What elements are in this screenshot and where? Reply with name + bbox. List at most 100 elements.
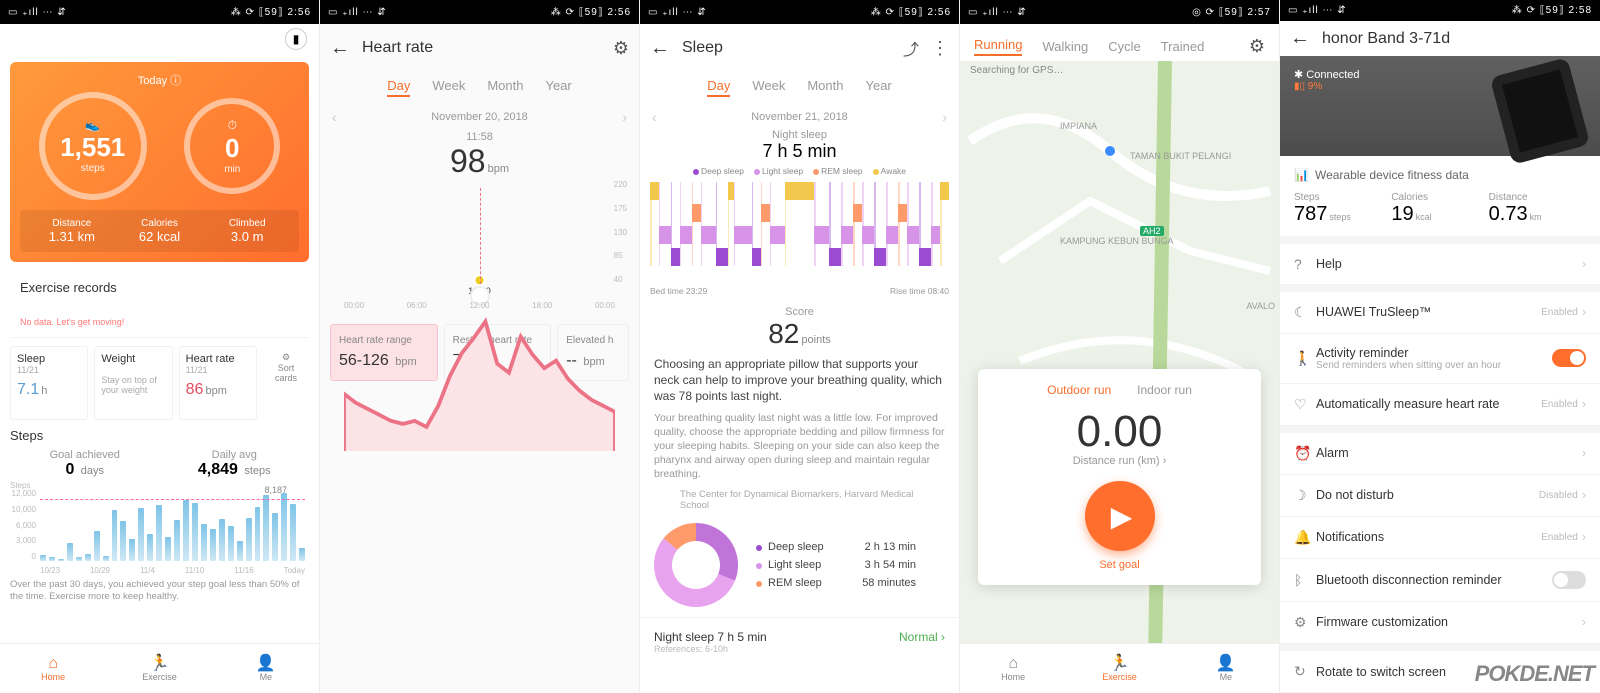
nav-exercise[interactable]: 🏃Exercise — [1066, 644, 1172, 693]
distance-value: 0.00 — [992, 407, 1247, 457]
chart-icon: 📊 — [1294, 168, 1309, 182]
trusleep-row[interactable]: ☾HUAWEI TruSleep™Enabled› — [1280, 292, 1600, 334]
help-row[interactable]: ?Help› — [1280, 244, 1600, 285]
min-label: min — [224, 164, 240, 175]
alarm-icon: ⏰ — [1294, 445, 1316, 462]
gear-icon: ⚙ — [1294, 614, 1316, 631]
next-icon[interactable]: › — [942, 109, 947, 125]
run-icon: 🏃 — [150, 656, 170, 672]
status-bar: ▭ ₊ıll ⋯ ⇵ ⁂ ⟳ ⟦59⟧ 2:56 — [0, 0, 319, 24]
rotate-row[interactable]: ↻Rotate to switch screen — [1280, 651, 1600, 693]
share-icon[interactable]: ⤴ — [903, 36, 919, 60]
minutes-ring: ⏱ 0 min — [184, 98, 280, 194]
sleep-score: 82 — [768, 318, 799, 349]
hr-chart: 2201751308540 12:00 00:0006:0012:0018:00… — [330, 180, 629, 310]
tab-trained[interactable]: Trained — [1161, 39, 1205, 54]
notifications-row[interactable]: 🔔NotificationsEnabled› — [1280, 517, 1600, 559]
sleep-icon: ☾ — [1294, 304, 1316, 321]
heart-icon: ♡ — [1294, 396, 1316, 413]
person-icon: 👤 — [256, 656, 276, 672]
status-bar: ▭ ₊ıll ⋯ ⇵⁂ ⟳ ⟦59⟧ 2:56 — [320, 0, 639, 24]
nav-home[interactable]: ⌂Home — [0, 644, 106, 693]
play-icon: ▶ — [1111, 500, 1133, 533]
start-button[interactable]: ▶ — [1085, 481, 1155, 551]
auto-hr-row[interactable]: ♡Automatically measure heart rateEnabled… — [1280, 384, 1600, 426]
home-icon: ⌂ — [48, 656, 58, 672]
weight-card[interactable]: Weight Stay on top of your weight — [94, 346, 172, 420]
nodata-text: No data. Let's get moving! — [20, 317, 299, 327]
status-left: ▭ ₊ıll ⋯ ⇵ — [8, 7, 67, 18]
steps-label: steps — [81, 163, 105, 174]
nav-me[interactable]: 👤Me — [1173, 644, 1279, 693]
gear-icon[interactable]: ⚙ — [1249, 36, 1265, 57]
dnd-row[interactable]: ☽Do not disturbDisabled› — [1280, 475, 1600, 517]
status-bar: ▭ ₊ıll ⋯ ⇵⁂ ⟳ ⟦59⟧ 2:58 — [1280, 0, 1600, 21]
tab-year[interactable]: Year — [545, 78, 571, 97]
steps-chart: Steps 12,00010,0006,0003,0000 10/2310/29… — [10, 485, 309, 575]
sleep-screen: ▭ ₊ıll ⋯ ⇵⁂ ⟳ ⟦59⟧ 2:56 ← Sleep ⤴ ⋮ Day … — [640, 0, 960, 693]
heart-rate-screen: ▭ ₊ıll ⋯ ⇵⁂ ⟳ ⟦59⟧ 2:56 ← Heart rate ⚙ D… — [320, 0, 640, 693]
set-goal-link[interactable]: Set goal — [992, 559, 1247, 571]
tab-walking[interactable]: Walking — [1042, 39, 1088, 54]
nav-home[interactable]: ⌂Home — [960, 644, 1066, 693]
moon-icon: ☽ — [1294, 487, 1316, 504]
status-bar: ▭ ₊ıll ⋯ ⇵⁂ ⟳ ⟦59⟧ 2:56 — [640, 0, 959, 24]
distance-label[interactable]: Distance run (km) › — [992, 455, 1247, 467]
bt-toggle[interactable] — [1552, 571, 1586, 589]
min-value: 0 — [225, 133, 239, 164]
tab-year[interactable]: Year — [865, 78, 891, 97]
sleep-total: 7 h 5 min — [640, 141, 959, 162]
firmware-row[interactable]: ⚙Firmware customization› — [1280, 602, 1600, 644]
sleep-donut — [654, 523, 738, 607]
sleep-card[interactable]: Sleep 11/21 7.1h — [10, 346, 88, 420]
page-title: Heart rate — [362, 39, 433, 57]
device-icon[interactable]: ▮ — [285, 28, 307, 50]
source-citation: The Center for Dynamical Biomarkers, Har… — [640, 481, 959, 511]
activity-icon: 🚶 — [1294, 350, 1316, 367]
status-bar: ▭ ₊ıll ⋯ ⇵◎ ⟳ ⟦59⟧ 2:57 — [960, 0, 1279, 24]
tab-month[interactable]: Month — [807, 78, 843, 97]
date-label: November 21, 2018 — [751, 111, 848, 123]
sleep-advice-detail: Your breathing quality last night was a … — [640, 405, 959, 482]
tab-week[interactable]: Week — [432, 78, 465, 97]
activity-reminder-row[interactable]: 🚶Activity reminderSend reminders when si… — [1280, 334, 1600, 384]
rotate-icon: ↻ — [1294, 663, 1316, 680]
map-view[interactable]: Searching for GPS… IMPIANA TAMAN BUKIT P… — [960, 61, 1279, 643]
tab-week[interactable]: Week — [752, 78, 785, 97]
back-icon[interactable]: ← — [330, 37, 350, 60]
device-screen: ▭ ₊ıll ⋯ ⇵⁂ ⟳ ⟦59⟧ 2:58 ← honor Band 3-7… — [1280, 0, 1600, 693]
prev-icon[interactable]: ‹ — [332, 109, 337, 125]
today-label: Today ⓘ — [20, 72, 299, 88]
tab-cycle[interactable]: Cycle — [1108, 39, 1141, 54]
tab-outdoor-run[interactable]: Outdoor run — [1047, 383, 1111, 397]
tab-day[interactable]: Day — [387, 78, 410, 97]
tab-running[interactable]: Running — [974, 37, 1022, 56]
tab-month[interactable]: Month — [487, 78, 523, 97]
home-screen: ▭ ₊ıll ⋯ ⇵ ⁂ ⟳ ⟦59⟧ 2:56 ▮ Today ⓘ 👟 1,5… — [0, 0, 320, 693]
steps-ring: 👟 1,551 steps — [39, 92, 147, 200]
alarm-row[interactable]: ⏰Alarm› — [1280, 433, 1600, 475]
sort-cards[interactable]: ⚙ Sort cards — [263, 346, 309, 420]
bt-reminder-row[interactable]: ᛒBluetooth disconnection reminder — [1280, 559, 1600, 602]
more-icon[interactable]: ⋮ — [931, 38, 949, 59]
next-icon[interactable]: › — [622, 109, 627, 125]
today-card[interactable]: Today ⓘ 👟 1,551 steps ⏱ 0 min Distance1.… — [10, 62, 309, 262]
nav-me[interactable]: 👤Me — [213, 644, 319, 693]
date-label: November 20, 2018 — [431, 111, 528, 123]
back-icon[interactable]: ← — [650, 37, 670, 60]
nav-exercise[interactable]: 🏃Exercise — [106, 644, 212, 693]
tab-indoor-run[interactable]: Indoor run — [1137, 383, 1192, 397]
page-title: Sleep — [682, 39, 723, 57]
activity-toggle[interactable] — [1552, 349, 1586, 367]
heart-rate-card[interactable]: Heart rate 11/21 86bpm — [179, 346, 257, 420]
back-icon[interactable]: ← — [1290, 27, 1310, 50]
status-right: ⁂ ⟳ ⟦59⟧ 2:56 — [231, 7, 311, 18]
sleep-advice: Choosing an appropriate pillow that supp… — [640, 350, 959, 405]
bell-icon: 🔔 — [1294, 529, 1316, 546]
night-sleep-row[interactable]: Night sleep 7 h 5 min Normal › — [640, 617, 959, 644]
tab-day[interactable]: Day — [707, 78, 730, 97]
help-icon: ? — [1294, 256, 1316, 272]
exercise-records[interactable]: Exercise records No data. Let's get movi… — [10, 270, 309, 338]
gear-icon[interactable]: ⚙ — [613, 38, 629, 59]
prev-icon[interactable]: ‹ — [652, 109, 657, 125]
